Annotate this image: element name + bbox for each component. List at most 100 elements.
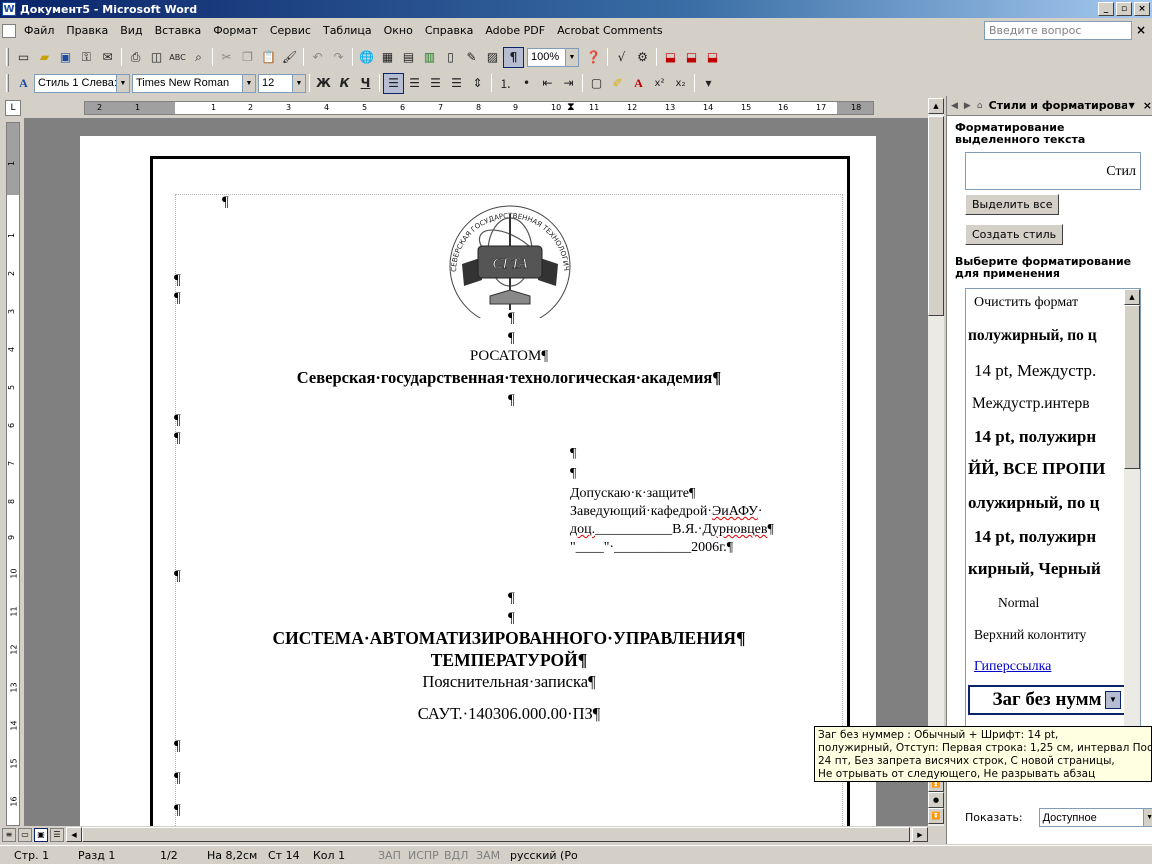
status-track-changes[interactable]: ИСПР	[408, 849, 439, 862]
menu-view[interactable]: Вид	[114, 21, 148, 41]
chevron-down-icon[interactable]: ▼	[292, 74, 305, 92]
bullets-icon[interactable]: •	[516, 73, 537, 94]
indent-marker-icon[interactable]: ⧗	[567, 102, 575, 114]
chevron-down-icon[interactable]: ▼	[1129, 101, 1135, 110]
style-list[interactable]: Очистить формат полужирный, по ц 14 pt, …	[965, 288, 1141, 776]
close-button[interactable]: ×	[1134, 2, 1150, 16]
underline-button[interactable]: Ч	[355, 73, 376, 94]
tab-selector[interactable]: L	[5, 100, 21, 116]
scroll-up-icon[interactable]: ▲	[1124, 289, 1140, 305]
scroll-thumb[interactable]	[1124, 305, 1140, 469]
open-folder-icon[interactable]: ▰	[34, 47, 55, 68]
menu-acrobat-comments[interactable]: Acrobat Comments	[551, 21, 669, 41]
redo-icon[interactable]: ↷	[328, 47, 349, 68]
equation-icon[interactable]: √	[611, 47, 632, 68]
font-combo[interactable]: Times New Roman ▼	[132, 73, 256, 93]
menu-window[interactable]: Окно	[378, 21, 419, 41]
next-page-icon[interactable]: ⏬	[928, 808, 944, 824]
align-left-icon[interactable]: ☰	[383, 72, 404, 94]
menu-tools[interactable]: Сервис	[264, 21, 317, 41]
close-pane-icon[interactable]: ×	[1143, 99, 1152, 112]
undo-icon[interactable]: ↶	[307, 47, 328, 68]
borders-icon[interactable]: ▢	[586, 73, 607, 94]
chevron-down-icon[interactable]: ▼	[242, 74, 255, 92]
selected-format-box[interactable]: Стил	[965, 152, 1141, 190]
print-layout-icon[interactable]: ▣	[34, 827, 48, 842]
cut-icon[interactable]: ✂	[216, 47, 237, 68]
highlight-icon[interactable]: ✐	[607, 73, 628, 94]
new-style-button[interactable]: Создать стиль	[965, 224, 1064, 245]
menu-adobe-pdf[interactable]: Adobe PDF	[479, 21, 551, 41]
style-item[interactable]: 14 pt, Междустр.	[968, 361, 1126, 381]
increase-indent-icon[interactable]: ⇥	[558, 73, 579, 94]
select-browse-object-icon[interactable]: ●	[928, 792, 944, 808]
spelling-icon[interactable]: ABC	[167, 47, 188, 68]
styles-pane-icon[interactable]: A	[13, 73, 34, 94]
numbering-icon[interactable]: ⒈	[495, 73, 516, 94]
style-item-selected[interactable]: Заг без нумм ▼	[968, 685, 1126, 715]
columns-icon[interactable]: ▯	[440, 47, 461, 68]
style-item[interactable]: полужирный, по ц	[968, 327, 1126, 345]
save-icon[interactable]: ▣	[55, 47, 76, 68]
chevron-down-icon[interactable]: ▼	[116, 74, 129, 92]
scroll-left-icon[interactable]: ◀	[66, 827, 82, 842]
style-item[interactable]: 14 pt, полужирн	[968, 527, 1126, 547]
chevron-down-icon[interactable]: ▼	[1142, 809, 1152, 826]
hyperlink-icon[interactable]: 🌐	[356, 47, 377, 68]
pdf-email-icon[interactable]: ⬓	[681, 47, 702, 68]
status-language[interactable]: русский (Ро	[510, 849, 578, 862]
font-size-combo[interactable]: 12 ▼	[258, 73, 306, 93]
toolbar-grip[interactable]	[6, 74, 9, 92]
home-icon[interactable]: ⌂	[977, 101, 983, 111]
chevron-down-icon[interactable]: ▼	[565, 48, 578, 66]
document-map-icon[interactable]: ▨	[482, 47, 503, 68]
show-hide-pilcrow-icon[interactable]: ¶	[503, 46, 524, 68]
menu-format[interactable]: Формат	[207, 21, 264, 41]
chevron-down-icon[interactable]: ▼	[1105, 691, 1121, 709]
insert-table-icon[interactable]: ▤	[398, 47, 419, 68]
menu-help[interactable]: Справка	[419, 21, 479, 41]
help-icon[interactable]: ❓	[583, 47, 604, 68]
style-item[interactable]: Междустр.интерв	[968, 395, 1126, 413]
help-search-input[interactable]: Введите вопрос	[984, 21, 1132, 40]
new-document-icon[interactable]: ▭	[13, 47, 34, 68]
menu-file[interactable]: Файл	[18, 21, 60, 41]
style-combo[interactable]: Стиль 1 Слева: ▼	[34, 73, 130, 93]
bold-button[interactable]: Ж	[313, 73, 334, 94]
style-item[interactable]: кирный, Черный	[968, 559, 1126, 579]
spelling-flagged-word[interactable]: ЭиАФУ	[712, 504, 758, 519]
ruler-scale[interactable]: 2 1 1 2 3 4 5 6 7 8 9 10 11 12 13 14 15 …	[84, 101, 874, 115]
font-color-icon[interactable]: A	[628, 73, 649, 94]
close-document-icon[interactable]: ×	[1136, 23, 1146, 37]
insert-excel-icon[interactable]: ▥	[419, 47, 440, 68]
subscript-icon[interactable]: x₂	[670, 73, 691, 94]
style-item[interactable]: 14 pt, полужирн	[968, 427, 1126, 447]
document-area[interactable]: ¶ СЕВЕРСКАЯ ГОСУДАРСТВЕННАЯ ТЕХНОЛОГИЧЕС…	[24, 118, 928, 826]
align-right-icon[interactable]: ☰	[425, 73, 446, 94]
style-item[interactable]: ЙЙ, ВСЕ ПРОПИ	[968, 459, 1126, 479]
align-center-icon[interactable]: ☰	[404, 73, 425, 94]
style-item-hyperlink[interactable]: Гиперссылка	[968, 659, 1126, 675]
macro-icon[interactable]: ⚙	[632, 47, 653, 68]
document-icon[interactable]	[2, 24, 16, 38]
spelling-flagged-word[interactable]: Дурновцев	[702, 522, 767, 537]
status-record-macro[interactable]: ЗАП	[378, 849, 401, 862]
email-icon[interactable]: ✉	[97, 47, 118, 68]
normal-view-icon[interactable]: ≡	[2, 827, 16, 842]
scroll-right-icon[interactable]: ▶	[912, 827, 928, 842]
outline-view-icon[interactable]: ☰	[50, 827, 64, 842]
line-spacing-icon[interactable]: ⇕	[467, 73, 488, 94]
web-view-icon[interactable]: ▭	[18, 827, 32, 842]
scroll-thumb[interactable]	[928, 116, 944, 316]
italic-button[interactable]: К	[334, 73, 355, 94]
forward-arrow-icon[interactable]: ▶	[964, 101, 971, 111]
restore-button[interactable]: ▫	[1116, 2, 1132, 16]
word-app-icon[interactable]: W	[2, 2, 16, 16]
document-vertical-scrollbar[interactable]: ▲ ▼ ⏫ ● ⏬	[928, 98, 944, 826]
convert-pdf-icon[interactable]: ⬓	[660, 47, 681, 68]
style-list-scrollbar[interactable]: ▲	[1124, 289, 1140, 775]
print-icon[interactable]: ⎙	[125, 47, 146, 68]
scroll-up-icon[interactable]: ▲	[928, 98, 944, 114]
style-item-normal[interactable]: Normal	[968, 595, 1126, 611]
zoom-combo[interactable]: 100% ▼	[527, 47, 579, 67]
